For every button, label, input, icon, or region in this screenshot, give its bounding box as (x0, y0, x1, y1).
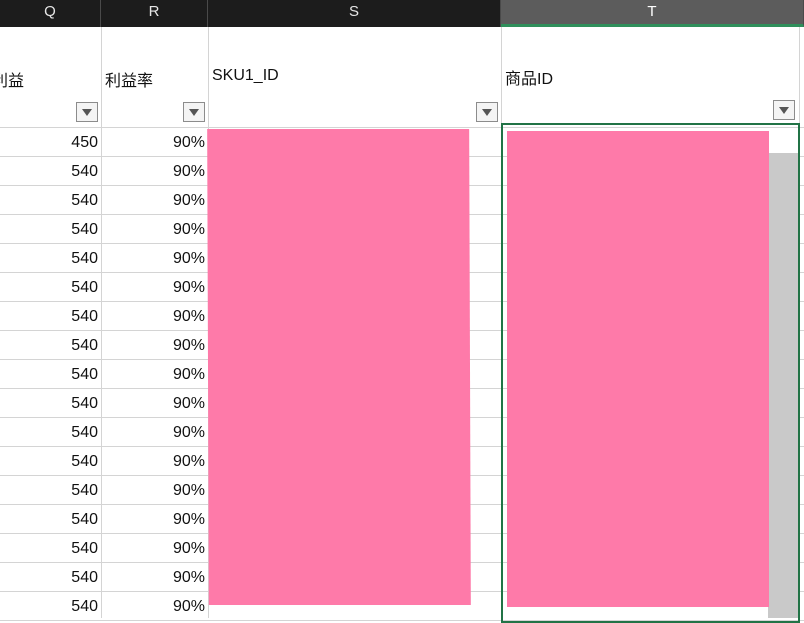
cell-profit[interactable]: 540 (0, 302, 101, 331)
header-cell-product-id[interactable]: 商品ID (501, 27, 804, 127)
header-cell-sku1-id[interactable]: SKU1_ID (208, 27, 501, 127)
cell-margin[interactable]: 90% (101, 128, 208, 157)
cell-margin[interactable]: 90% (101, 389, 208, 418)
cell-margin[interactable]: 90% (101, 186, 208, 215)
cell-profit[interactable]: 540 (0, 389, 101, 418)
redaction-box-sku (207, 129, 471, 605)
cell-profit[interactable]: 540 (0, 534, 101, 563)
cell-profit[interactable]: 540 (0, 157, 101, 186)
cell-margin[interactable]: 90% (101, 331, 208, 360)
cell-profit[interactable]: 540 (0, 476, 101, 505)
cell-profit[interactable]: 540 (0, 592, 101, 621)
column-header-q[interactable]: Q (0, 0, 101, 27)
cell-profit[interactable]: 540 (0, 331, 101, 360)
cell-margin[interactable]: 90% (101, 360, 208, 389)
cell-margin[interactable]: 90% (101, 447, 208, 476)
cell-margin[interactable]: 90% (101, 534, 208, 563)
header-cell-profit[interactable]: 利益 (0, 27, 101, 127)
cell-profit[interactable]: 540 (0, 447, 101, 476)
header-label: SKU1_ID (212, 67, 279, 84)
cell-margin[interactable]: 90% (101, 215, 208, 244)
cell-profit[interactable]: 540 (0, 418, 101, 447)
cell-profit[interactable]: 540 (0, 186, 101, 215)
filter-dropdown-icon[interactable] (773, 100, 795, 120)
cell-profit[interactable]: 540 (0, 273, 101, 302)
filter-dropdown-icon[interactable] (76, 102, 98, 122)
header-label: 利益 (0, 73, 25, 90)
column-header-t[interactable]: T (501, 0, 804, 27)
header-label: 利益率 (105, 73, 154, 90)
spreadsheet-grid: 利益 利益率 SKU1_ID 商品ID 450 90% 540 90% 540 90% 54… (0, 27, 804, 623)
header-label: 商品ID (505, 71, 554, 88)
cell-margin[interactable]: 90% (101, 563, 208, 592)
cell-margin[interactable]: 90% (101, 244, 208, 273)
cell-margin[interactable]: 90% (101, 592, 208, 621)
cell-profit[interactable]: 450 (0, 128, 101, 157)
cell-margin[interactable]: 90% (101, 273, 208, 302)
column-header-bar: Q R S T (0, 0, 804, 27)
cell-margin[interactable]: 90% (101, 302, 208, 331)
cell-profit[interactable]: 540 (0, 505, 101, 534)
cell-margin[interactable]: 90% (101, 418, 208, 447)
cell-margin[interactable]: 90% (101, 157, 208, 186)
cell-margin[interactable]: 90% (101, 476, 208, 505)
cell-margin[interactable]: 90% (101, 505, 208, 534)
column-header-r[interactable]: R (101, 0, 208, 27)
cell-profit[interactable]: 540 (0, 244, 101, 273)
filter-dropdown-icon[interactable] (183, 102, 205, 122)
cell-profit[interactable]: 540 (0, 360, 101, 389)
cell-profit[interactable]: 540 (0, 563, 101, 592)
filter-dropdown-icon[interactable] (476, 102, 498, 122)
header-cell-margin[interactable]: 利益率 (101, 27, 208, 127)
column-header-s[interactable]: S (208, 0, 501, 27)
cell-profit[interactable]: 540 (0, 215, 101, 244)
selection-border (501, 123, 800, 623)
